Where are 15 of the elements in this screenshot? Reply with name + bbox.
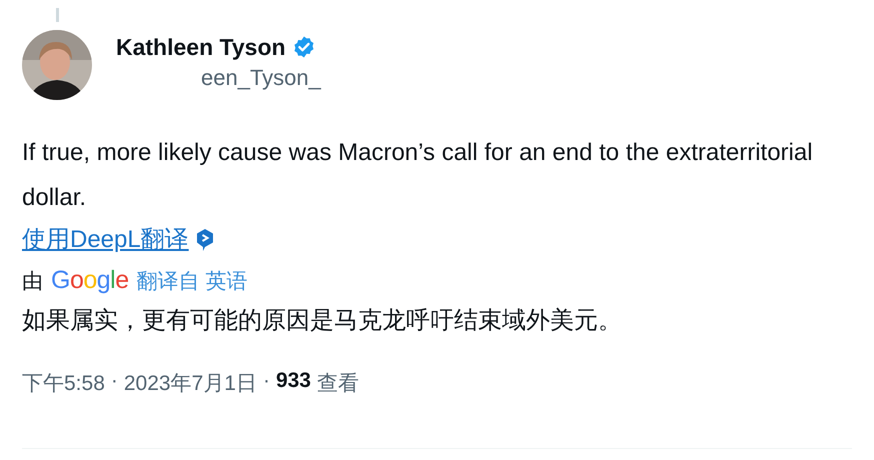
deepl-icon: [194, 228, 215, 252]
view-count: 933: [276, 369, 311, 394]
translated-text: 如果属实，更有可能的原因是马克龙呼吁结束域外美元。: [22, 306, 623, 336]
separator-dot: ·: [110, 369, 118, 394]
author-name[interactable]: Kathleen Tyson: [116, 34, 286, 60]
views-label: 查看: [317, 371, 359, 397]
translated-by-label: 由: [22, 269, 43, 295]
tweet-date[interactable]: 2023年7月1日: [124, 369, 257, 397]
google-logo: Google: [51, 266, 129, 295]
source-language-link[interactable]: 翻译自 英语: [136, 267, 248, 295]
tweet-text: If true, more likely cause was Macron’s call for an end to the extraterritorial dollar.: [22, 138, 814, 213]
author-handle[interactable]: een_Tyson_: [116, 64, 321, 90]
translate-link[interactable]: 使用DeepL翻译: [22, 222, 189, 258]
separator-dot: ·: [262, 369, 270, 394]
tweet-time[interactable]: 下午5:58: [22, 369, 105, 397]
